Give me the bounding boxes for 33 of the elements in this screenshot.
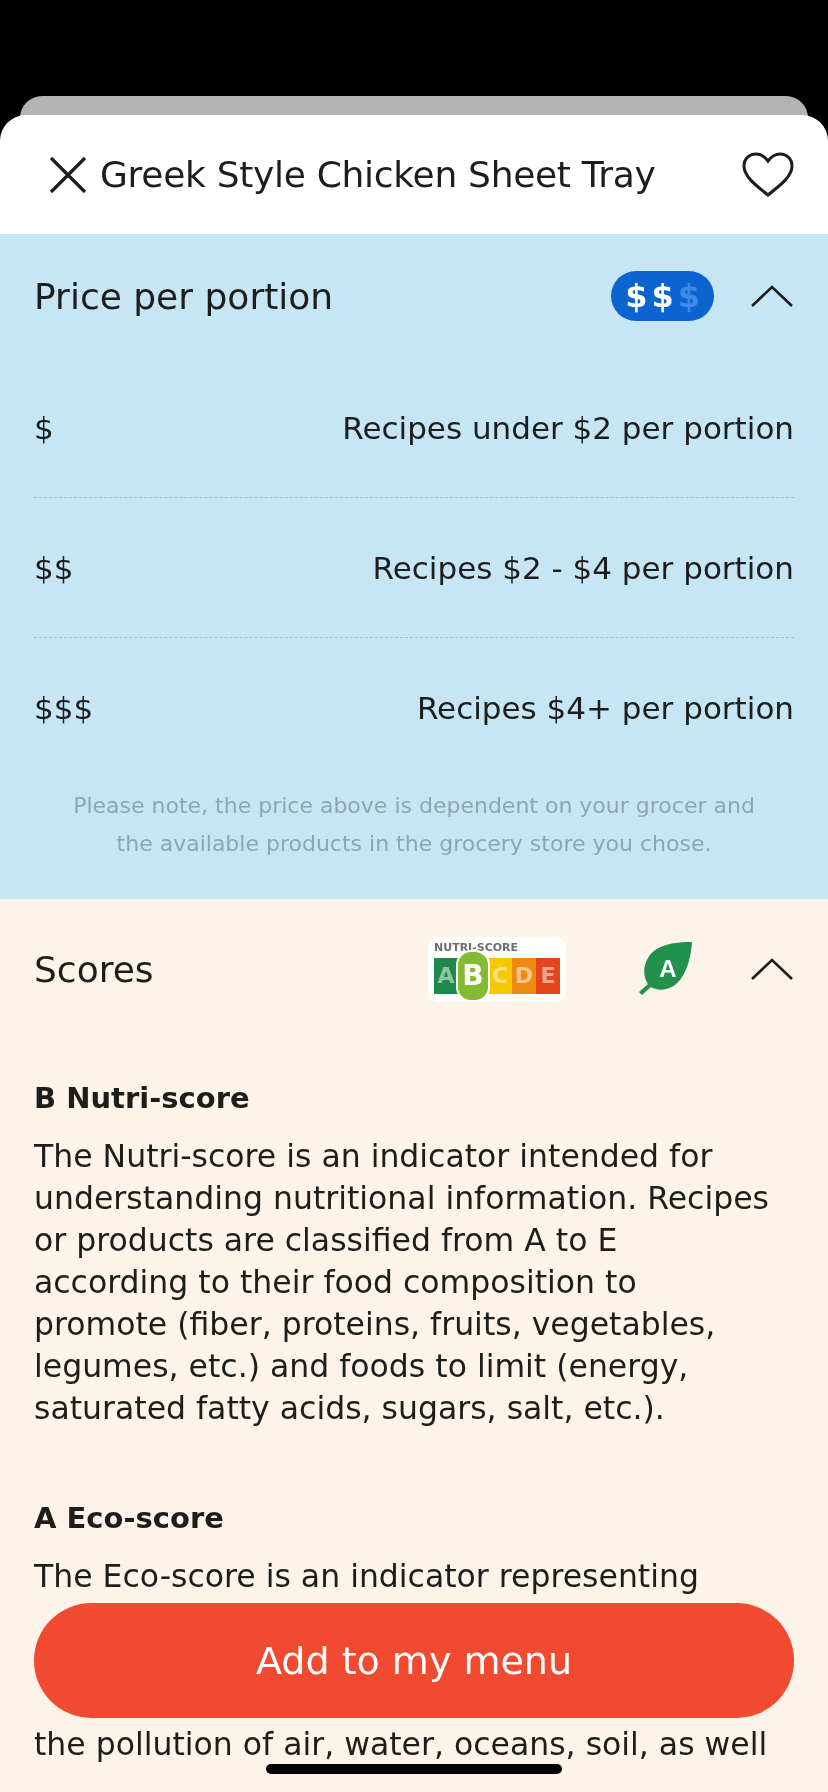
paragraph-line: understanding nutritional information. Recipes — [34, 1179, 770, 1218]
paragraph-line: or products are classified from A to E — [34, 1221, 619, 1260]
grade-letter: C — [488, 957, 512, 994]
close-icon[interactable] — [48, 154, 88, 195]
price-description: Recipes $4+ per portion — [416, 689, 794, 726]
paragraph-line: legumes, etc.) and foods to limit (energy, — [34, 1347, 690, 1386]
score-title: A Eco-score — [34, 1501, 225, 1535]
dollar-symbol: $ — [625, 277, 648, 315]
chevron-icon[interactable] — [750, 957, 794, 981]
add-to-menu-button[interactable]: Add to my menu — [34, 1603, 794, 1718]
price-symbol: $ — [34, 409, 54, 446]
price-symbol: $$ — [34, 549, 74, 586]
section-heading: Scores — [34, 948, 155, 990]
paragraph-line: according to their food composition to — [34, 1263, 638, 1302]
paragraph-line: saturated fatty acids, sugars, salt, etc.). — [34, 1389, 666, 1428]
price-note: Please note, the price above is dependent on your grocer and the available products in the grocery store you chose. — [72, 792, 756, 858]
price-symbol: $$$ — [34, 689, 94, 726]
grade-letter: D — [512, 957, 536, 994]
price-description: Recipes under $2 per portion — [342, 409, 794, 446]
section-heading: Price per portion — [34, 275, 335, 317]
paragraph-line: The Eco-score is an indicator representing — [34, 1557, 700, 1596]
dollar-symbol: $ — [677, 277, 700, 315]
chevron-icon[interactable] — [750, 284, 794, 308]
recipe-title: Greek Style Chicken Sheet Tray — [100, 154, 657, 195]
grade-letter: E — [536, 957, 560, 994]
heart-icon[interactable] — [742, 151, 794, 198]
score-title: B Nutri-score — [34, 1081, 251, 1115]
dollar-symbol: $ — [651, 277, 674, 315]
paragraph-line: The Nutri-score is an indicator intended for — [34, 1137, 714, 1176]
grade-letter: A — [434, 957, 458, 994]
price-description: Recipes $2 - $4 per portion — [372, 549, 794, 586]
paragraph-line: promote (fiber, proteins, fruits, vegetables, — [34, 1305, 717, 1344]
paragraph-line: the pollution of air, water, oceans, soil, as well — [34, 1725, 769, 1764]
